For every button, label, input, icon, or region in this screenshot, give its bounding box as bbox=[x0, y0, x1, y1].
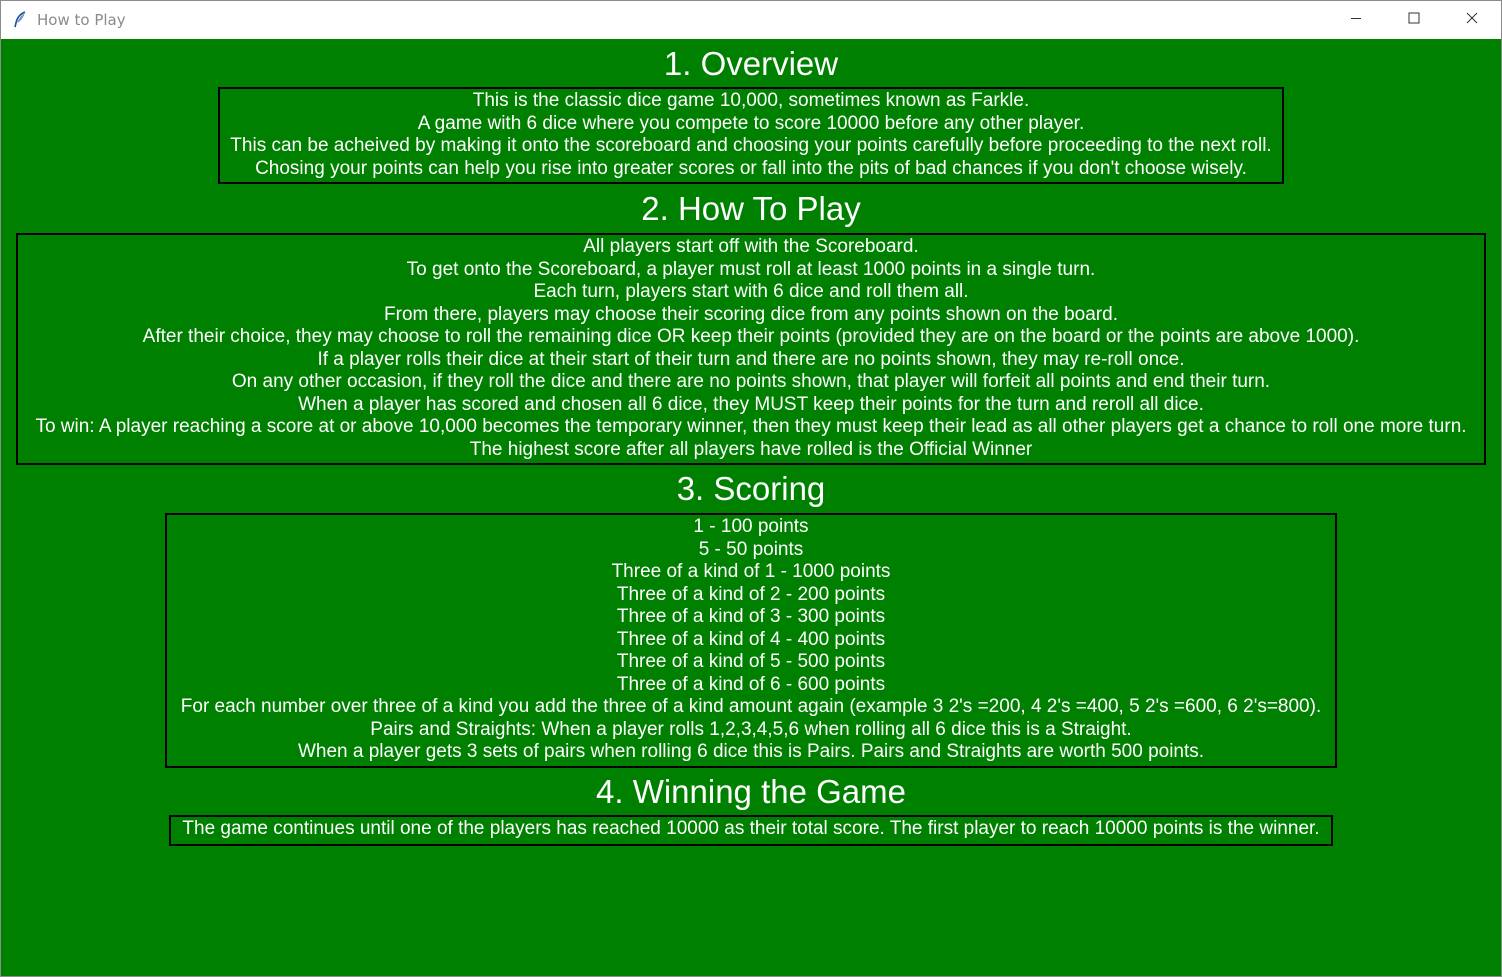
minimize-button[interactable] bbox=[1327, 1, 1385, 39]
instructions-panel: 1. Overview This is the classic dice gam… bbox=[1, 39, 1501, 976]
how-to-play-line: If a player rolls their dice at their st… bbox=[317, 348, 1185, 370]
overview-line: This can be acheived by making it onto t… bbox=[230, 135, 1272, 156]
how-to-play-box: All players start off with the Scoreboar… bbox=[16, 233, 1486, 465]
overview-line: Chosing your points can help you rise in… bbox=[255, 157, 1247, 179]
how-to-play-line: To win: A player reaching a score at or … bbox=[35, 416, 1467, 437]
overview-heading: 1. Overview bbox=[663, 45, 839, 82]
scoring-line: Three of a kind of 5 - 500 points bbox=[616, 651, 886, 672]
winning-heading: 4. Winning the Game bbox=[596, 773, 906, 810]
how-to-play-line: All players start off with the Scoreboar… bbox=[583, 236, 919, 257]
scoring-line: Pairs and Straights: When a player rolls… bbox=[370, 718, 1132, 740]
how-to-play-line: From there, players may choose their sco… bbox=[384, 303, 1118, 325]
scoring-line: Three of a kind of 1 - 1000 points bbox=[611, 561, 891, 582]
winning-box: The game continues until one of the play… bbox=[169, 815, 1333, 846]
maximize-button[interactable] bbox=[1385, 1, 1443, 39]
scoring-line: Three of a kind of 4 - 400 points bbox=[616, 628, 886, 650]
how-to-play-line: On any other occasion, if they roll the … bbox=[231, 371, 1271, 392]
feather-icon bbox=[12, 11, 28, 29]
overview-box: This is the classic dice game 10,000, so… bbox=[218, 87, 1284, 184]
close-icon bbox=[1466, 11, 1478, 29]
scoring-heading: 3. Scoring bbox=[676, 470, 826, 507]
how-to-play-line: When a player has scored and chosen all … bbox=[298, 393, 1204, 415]
how-to-play-heading: 2. How To Play bbox=[641, 190, 861, 227]
title-bar[interactable]: How to Play bbox=[1, 1, 1501, 39]
scoring-box: 1 - 100 points 5 - 50 points Three of a … bbox=[165, 513, 1337, 768]
scoring-line: When a player gets 3 sets of pairs when … bbox=[297, 741, 1205, 762]
scoring-line: Three of a kind of 6 - 600 points bbox=[616, 673, 886, 695]
how-to-play-line: After their choice, they may choose to r… bbox=[142, 326, 1360, 347]
overview-line: A game with 6 dice where you compete to … bbox=[417, 112, 1085, 134]
how-to-play-window: How to Play 1. Overview This is the clas… bbox=[0, 0, 1502, 977]
scoring-line: For each number over three of a kind you… bbox=[180, 696, 1322, 717]
overview-line: This is the classic dice game 10,000, so… bbox=[472, 90, 1030, 111]
maximize-icon bbox=[1408, 11, 1420, 29]
scoring-line: Three of a kind of 3 - 300 points bbox=[616, 606, 886, 627]
winning-line: The game continues until one of the play… bbox=[182, 818, 1320, 839]
window-title: How to Play bbox=[37, 11, 126, 29]
close-button[interactable] bbox=[1443, 1, 1501, 39]
scoring-line: Three of a kind of 2 - 200 points bbox=[616, 583, 886, 605]
how-to-play-line: Each turn, players start with 6 dice and… bbox=[533, 281, 969, 302]
how-to-play-line: The highest score after all players have… bbox=[469, 438, 1033, 460]
scoring-line: 1 - 100 points bbox=[693, 516, 809, 537]
how-to-play-line: To get onto the Scoreboard, a player mus… bbox=[406, 258, 1096, 280]
scoring-line: 5 - 50 points bbox=[698, 538, 804, 560]
minimize-icon bbox=[1350, 11, 1362, 29]
